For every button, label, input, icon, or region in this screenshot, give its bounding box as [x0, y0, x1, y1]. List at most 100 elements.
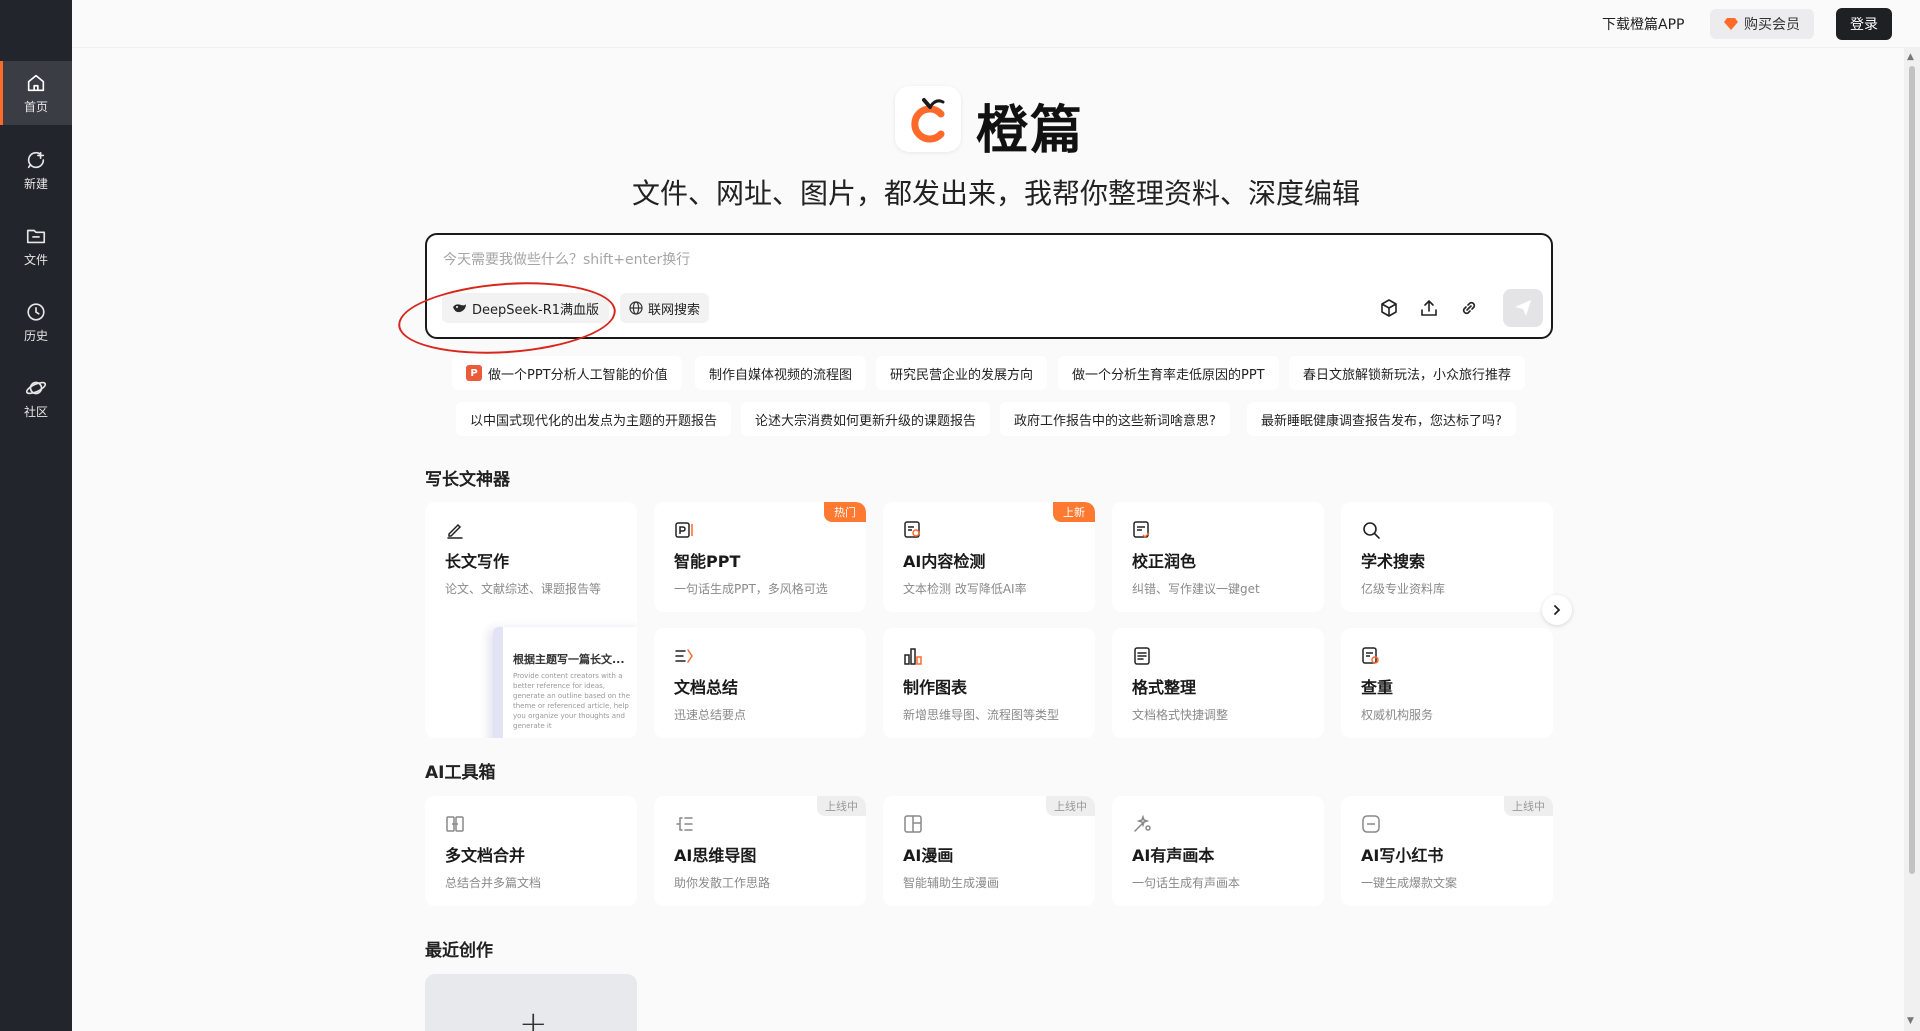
card-desc: 总结合并多篇文档: [445, 876, 542, 890]
chart-icon: [904, 648, 922, 665]
mindmap-icon: [676, 817, 693, 831]
top-bar: 下载橙篇APP 购买会员 登录: [72, 0, 1920, 48]
upload-icon[interactable]: [1418, 297, 1440, 319]
pen-icon: [447, 523, 463, 539]
scroll-down-icon[interactable]: ▼: [1907, 1016, 1914, 1026]
link-icon[interactable]: [1458, 297, 1480, 319]
card-desc: 智能辅助生成漫画: [903, 876, 1000, 890]
card-title: AI内容检测: [903, 552, 986, 571]
section-title-recent: 最近创作: [425, 941, 493, 961]
chat-input[interactable]: [443, 249, 1443, 271]
suggestion-chip[interactable]: 论述大宗消费如何更新升级的课题报告: [741, 402, 991, 436]
card-desc: 一键生成爆款文案: [1361, 876, 1458, 890]
card-duplicate-check[interactable]: 查重 权威机构服务: [1341, 628, 1553, 738]
planet-icon: [25, 381, 47, 394]
sidebar-item-label: 社区: [23, 404, 48, 419]
new-chat-icon: [27, 151, 45, 168]
sidebar-item-community[interactable]: 社区: [0, 366, 72, 430]
comic-icon: [904, 815, 922, 833]
ppt-icon: [675, 522, 693, 538]
send-button[interactable]: [1503, 289, 1543, 327]
card-desc: 助你发散工作思路: [674, 876, 771, 890]
sidebar-item-label: 历史: [23, 328, 48, 343]
card-ai-mindmap[interactable]: 上线中 AI思维导图 助你发散工作思路: [654, 796, 866, 906]
card-ai-xiaohongshu[interactable]: 上线中 AI写小红书 一键生成爆款文案: [1341, 796, 1553, 906]
new-creation-card[interactable]: +: [425, 974, 637, 1031]
diamond-icon: [1724, 18, 1738, 30]
suggestion-chip[interactable]: P 做一个PPT分析人工智能的价值: [452, 356, 682, 390]
chevron-right-icon: [1554, 605, 1561, 615]
sidebar-item-label: 首页: [23, 99, 48, 114]
merge-icon: [446, 816, 464, 832]
card-desc: 亿级专业资料库: [1361, 582, 1446, 596]
search-icon: [1363, 522, 1380, 539]
card-title: 制作图表: [903, 678, 968, 697]
card-title: 格式整理: [1132, 678, 1197, 697]
card-title: AI写小红书: [1361, 846, 1444, 865]
download-app-link[interactable]: 下载橙篇APP: [1602, 14, 1684, 34]
card-ai-detect[interactable]: 上新 AI内容检测 文本检测 改写降低AI率: [883, 502, 1095, 612]
web-search-label: 联网搜索: [648, 302, 701, 318]
coming-soon-tag: 上线中: [1504, 796, 1553, 816]
card-desc: 新增思维导图、流程图等类型: [903, 708, 1060, 722]
card-title: 查重: [1361, 678, 1394, 697]
new-tag: 上新: [1053, 502, 1095, 522]
card-desc: 一句话生成PPT，多风格可选: [674, 582, 828, 596]
card-doc-summary[interactable]: 文档总结 迅速总结要点: [654, 628, 866, 738]
duplicate-check-icon: [1362, 647, 1379, 664]
hot-tag: 热门: [824, 502, 866, 522]
sidebar: 首页 新建 文件 历史 社区: [0, 0, 72, 1031]
globe-icon: [629, 301, 643, 315]
brand-title: 橙篇: [976, 101, 1085, 161]
sidebar-item-files[interactable]: 文件: [0, 214, 72, 278]
xiaohongshu-icon: [1362, 815, 1380, 833]
sidebar-item-home[interactable]: 首页: [0, 61, 72, 125]
card-desc: 权威机构服务: [1361, 708, 1434, 722]
clock-icon: [27, 302, 45, 321]
card-make-chart[interactable]: 制作图表 新增思维导图、流程图等类型: [883, 628, 1095, 738]
coming-soon-tag: 上线中: [1046, 796, 1095, 816]
card-title: 长文写作: [445, 552, 510, 571]
sidebar-item-new[interactable]: 新建: [0, 138, 72, 202]
buy-vip-button[interactable]: 购买会员: [1710, 9, 1814, 39]
web-search-toggle[interactable]: 联网搜索: [620, 293, 710, 323]
login-button[interactable]: 登录: [1836, 8, 1892, 40]
sidebar-item-history[interactable]: 历史: [0, 290, 72, 354]
suggestion-chip[interactable]: 研究民营企业的发展方向: [876, 356, 1048, 390]
card-ai-audio-book[interactable]: AI有声画本 一句话生成有声画本: [1112, 796, 1324, 906]
card-desc: 文本检测 改写降低AI率: [903, 582, 1027, 596]
suggestion-chip[interactable]: 春日文旅解锁新玩法，小众旅行推荐: [1289, 356, 1526, 390]
card-academic-search[interactable]: 学术搜索 亿级专业资料库: [1341, 502, 1553, 612]
preview-text: Provide content creators with a better r…: [513, 672, 630, 730]
card-title: 多文档合并: [445, 846, 526, 865]
card-proofread[interactable]: 校正润色 纠错、写作建议一键get: [1112, 502, 1324, 612]
card-desc: 纠错、写作建议一键get: [1132, 582, 1260, 596]
ai-detect-icon: [904, 521, 920, 538]
section-title-long-text: 写长文神器: [425, 470, 510, 490]
card-ai-comic[interactable]: 上线中 AI漫画 智能辅助生成漫画: [883, 796, 1095, 906]
card-desc: 迅速总结要点: [674, 708, 747, 722]
card-format[interactable]: 格式整理 文档格式快捷调整: [1112, 628, 1324, 738]
coming-soon-tag: 上线中: [817, 796, 866, 816]
card-title: 智能PPT: [674, 552, 741, 571]
suggestion-chip[interactable]: 做一个分析生育率走低原因的PPT: [1058, 356, 1279, 390]
suggestion-chip[interactable]: 以中国式现代化的出发点为主题的开题报告: [456, 402, 732, 436]
writing-preview: 根据主题写一篇长文... Provide content creators wi…: [493, 627, 637, 738]
cube-icon[interactable]: [1378, 297, 1400, 319]
carousel-next-button[interactable]: [1542, 595, 1572, 625]
suggestion-chip[interactable]: 制作自媒体视频的流程图: [695, 356, 867, 390]
suggestion-chip[interactable]: 政府工作报告中的这些新词啥意思?: [1000, 402, 1230, 436]
app-logo: [895, 86, 961, 152]
card-title: AI有声画本: [1132, 846, 1215, 865]
preview-title: 根据主题写一篇长文...: [513, 653, 625, 666]
card-doc-merge[interactable]: 多文档合并 总结合并多篇文档: [425, 796, 637, 906]
scroll-up-icon[interactable]: ▲: [1907, 52, 1914, 62]
folder-icon: [26, 229, 46, 243]
send-icon: [1515, 300, 1531, 316]
summary-icon: [675, 649, 693, 663]
suggestion-chip[interactable]: 最新睡眠健康调查报告发布，您达标了吗?: [1247, 402, 1516, 436]
card-long-writing[interactable]: 长文写作 论文、文献综述、课题报告等 根据主题写一篇长文... Provide …: [425, 502, 637, 738]
card-title: 校正润色: [1132, 552, 1197, 571]
card-smart-ppt[interactable]: 热门 智能PPT 一句话生成PPT，多风格可选: [654, 502, 866, 612]
sidebar-item-label: 文件: [23, 252, 48, 267]
